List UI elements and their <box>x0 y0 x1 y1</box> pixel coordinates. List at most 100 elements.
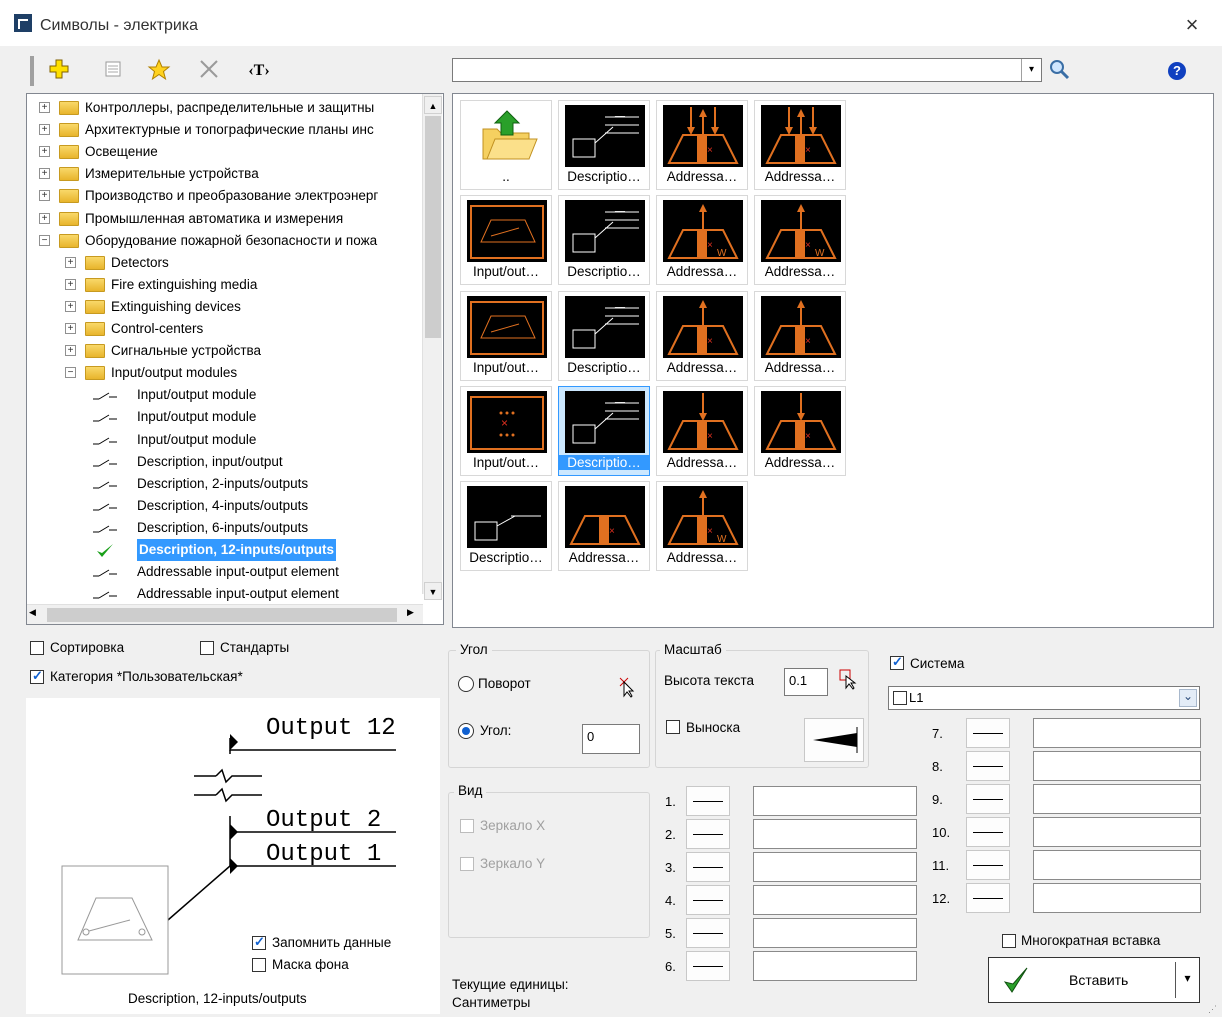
symbol-item[interactable]: × Addressa… <box>754 385 846 476</box>
tree-leaf-item[interactable]: Addressable input-output element <box>27 583 423 605</box>
line-style-button[interactable] <box>966 817 1010 847</box>
row-text-field[interactable] <box>753 852 917 882</box>
line-style-button[interactable] <box>686 951 730 981</box>
symbol-item[interactable]: ___ Descriptio… <box>558 290 650 381</box>
row-text-field[interactable] <box>753 885 917 915</box>
system-checkbox[interactable] <box>890 654 904 670</box>
symbol-item[interactable]: × W Addressa… <box>656 481 748 572</box>
chevron-down-icon[interactable]: ⌄ <box>1179 689 1197 707</box>
search-dropdown-arrow[interactable]: ▾ <box>1021 59 1041 81</box>
tree-folder-item[interactable]: + Освещение <box>27 141 423 163</box>
tree-folder-item[interactable]: + Detectors <box>27 252 423 274</box>
expand-icon[interactable]: + <box>39 102 50 113</box>
expand-icon[interactable]: + <box>39 146 50 158</box>
symbol-item[interactable]: × Addressa… <box>558 481 650 572</box>
tree-leaf-item[interactable]: Addressable input-output element <box>27 561 423 583</box>
tree-folder-item[interactable]: + Сигнальные устройства <box>27 340 423 362</box>
tree-leaf-item[interactable]: Input/output module <box>27 406 423 428</box>
row-text-field[interactable] <box>753 951 917 981</box>
tree-vertical-scrollbar[interactable]: ▲ ▼ <box>422 94 442 600</box>
symbol-item[interactable]: Input/out… <box>460 195 552 286</box>
row-text-field[interactable] <box>1033 850 1201 880</box>
tree-leaf-item[interactable]: Description, 6-inputs/outputs <box>27 517 423 539</box>
standards-checkbox[interactable] <box>200 641 214 655</box>
scroll-up-icon[interactable]: ▲ <box>424 96 442 114</box>
tree-folder-item[interactable]: − Input/output modules <box>27 362 423 384</box>
tree-leaf-item[interactable]: Description, 12-inputs/outputs <box>27 539 423 561</box>
row-text-field[interactable] <box>1033 784 1201 814</box>
tree-folder-item[interactable]: + Extinguishing devices <box>27 296 423 318</box>
scroll-right-icon[interactable]: ▶ <box>407 607 414 618</box>
tree-folder-item[interactable]: + Fire extinguishing media <box>27 274 423 296</box>
favorites-icon[interactable] <box>146 58 172 84</box>
expand-icon[interactable]: + <box>39 168 50 180</box>
symbol-grid[interactable]: .. ___ Descriptio… × Addressa… × Addressa… Inpu… <box>452 93 1214 628</box>
line-style-button[interactable] <box>686 885 730 915</box>
expand-icon[interactable]: + <box>39 212 50 224</box>
line-style-button[interactable] <box>966 751 1010 781</box>
expand-icon[interactable]: + <box>39 190 50 202</box>
row-text-field[interactable] <box>1033 817 1201 847</box>
category-tree[interactable]: + Контроллеры, распределительные и защитн… <box>26 93 444 625</box>
collapse-icon[interactable]: − <box>39 234 50 246</box>
symbol-item[interactable]: × Input/out… <box>460 385 552 476</box>
row-text-field[interactable] <box>753 819 917 849</box>
tree-leaf-item[interactable]: Input/output module <box>27 429 423 451</box>
symbol-item[interactable]: × W Addressa… <box>656 195 748 286</box>
callout-checkbox[interactable] <box>666 720 680 734</box>
symbol-item[interactable]: × Addressa… <box>754 290 846 381</box>
scroll-thumb[interactable] <box>425 116 441 338</box>
system-select[interactable]: L1 ⌄ <box>888 686 1200 710</box>
pick-height-icon[interactable] <box>838 668 860 693</box>
tree-leaf-item[interactable]: Description, 4-inputs/outputs <box>27 495 423 517</box>
symbol-item[interactable]: ___ Descriptio… <box>558 195 650 286</box>
expand-icon[interactable]: + <box>39 124 50 136</box>
collapse-icon[interactable]: − <box>65 367 76 379</box>
symbol-item[interactable]: × Addressa… <box>656 385 748 476</box>
tree-folder-item[interactable]: + Контроллеры, распределительные и защитн… <box>27 97 423 119</box>
insert-button[interactable]: Вставить ▾ <box>988 957 1200 1003</box>
row-text-field[interactable] <box>1033 718 1201 748</box>
expand-icon[interactable]: + <box>65 323 76 334</box>
line-style-button[interactable] <box>966 784 1010 814</box>
tree-folder-item[interactable]: + Архитектурные и топографические планы и… <box>27 119 423 141</box>
line-style-button[interactable] <box>966 883 1010 913</box>
line-style-button[interactable] <box>966 718 1010 748</box>
symbol-item[interactable]: × Addressa… <box>656 290 748 381</box>
row-text-field[interactable] <box>753 918 917 948</box>
line-style-button[interactable] <box>686 918 730 948</box>
line-style-button[interactable] <box>686 819 730 849</box>
remember-checkbox[interactable] <box>252 934 266 950</box>
delete-icon[interactable] <box>196 58 222 84</box>
multi-insert-checkbox[interactable] <box>1002 934 1016 948</box>
expand-icon[interactable]: + <box>65 345 76 357</box>
symbol-item[interactable]: Input/out… <box>460 290 552 381</box>
symbol-item[interactable]: Descriptio… <box>460 481 552 572</box>
mirror-y-checkbox[interactable] <box>460 857 474 871</box>
search-icon[interactable] <box>1048 58 1072 82</box>
tree-folder-item[interactable]: + Control-centers <box>27 318 423 340</box>
symbol-item[interactable]: ___ Descriptio… <box>558 385 650 476</box>
insert-dropdown-arrow[interactable]: ▾ <box>1175 962 1199 998</box>
angle-input[interactable]: 0 <box>582 724 640 754</box>
scroll-left-icon[interactable]: ◀ <box>29 607 36 618</box>
symbol-item[interactable]: ___ Descriptio… <box>558 100 650 190</box>
sort-checkbox[interactable] <box>30 641 44 655</box>
line-style-button[interactable] <box>686 852 730 882</box>
toolbar-grip[interactable] <box>30 56 34 86</box>
symbol-item[interactable]: × Addressa… <box>754 100 846 190</box>
line-style-button[interactable] <box>686 786 730 816</box>
scroll-down-icon[interactable]: ▼ <box>424 582 442 600</box>
parent-folder-item[interactable]: .. <box>460 100 552 190</box>
angle-radio[interactable] <box>458 723 474 739</box>
row-text-field[interactable] <box>753 786 917 816</box>
text-height-input[interactable]: 0.1 <box>784 668 828 696</box>
tree-leaf-item[interactable]: Description, 2-inputs/outputs <box>27 473 423 495</box>
tree-folder-item[interactable]: + Промышленная автоматика и измерения <box>27 208 423 230</box>
expand-icon[interactable]: + <box>65 256 76 268</box>
callout-style-button[interactable] <box>804 718 864 762</box>
mask-checkbox[interactable] <box>252 958 266 972</box>
tree-folder-item[interactable]: − Оборудование пожарной безопасности и по… <box>27 230 423 252</box>
search-input[interactable]: ▾ <box>452 58 1042 82</box>
rotate-radio[interactable] <box>458 676 474 692</box>
